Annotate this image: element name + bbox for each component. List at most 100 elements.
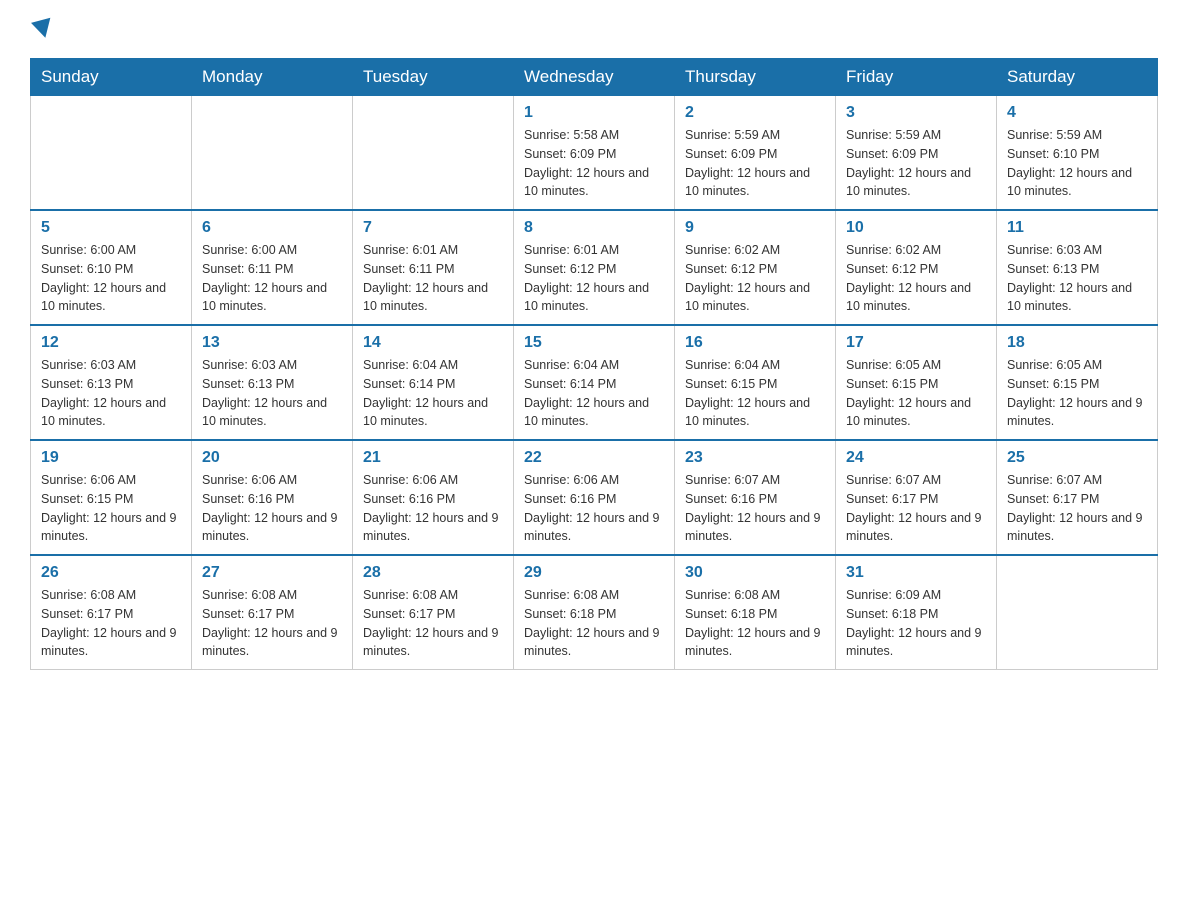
day-number: 23 <box>685 449 825 467</box>
day-number: 15 <box>524 334 664 352</box>
day-number: 2 <box>685 104 825 122</box>
calendar-day-cell: 25 Sunrise: 6:07 AMSunset: 6:17 PMDayligh… <box>997 440 1158 555</box>
calendar-day-cell: 1 Sunrise: 5:58 AMSunset: 6:09 PMDaylight… <box>514 96 675 211</box>
day-info: Sunrise: 5:59 AMSunset: 6:10 PMDaylight:… <box>1007 126 1147 201</box>
calendar-day-cell: 12 Sunrise: 6:03 AMSunset: 6:13 PMDayligh… <box>31 325 192 440</box>
calendar-week-row: 19Sunrise: 6:06 AMSunset: 6:15 PMDayligh… <box>31 440 1158 555</box>
day-info: Sunrise: 6:08 AMSunset: 6:18 PMDaylight:… <box>685 586 825 661</box>
day-number: 12 <box>41 334 181 352</box>
calendar-day-cell: 7 Sunrise: 6:01 AMSunset: 6:11 PMDaylight… <box>353 210 514 325</box>
calendar-day-cell: 4 Sunrise: 5:59 AMSunset: 6:10 PMDaylight… <box>997 96 1158 211</box>
day-info: Sunrise: 6:01 AMSunset: 6:12 PMDaylight:… <box>524 241 664 316</box>
day-info: Sunrise: 6:00 AMSunset: 6:11 PMDaylight:… <box>202 241 342 316</box>
day-info: Sunrise: 6:06 AMSunset: 6:16 PMDaylight:… <box>524 471 664 546</box>
day-number: 28 <box>363 564 503 582</box>
calendar-day-cell: 21 Sunrise: 6:06 AMSunset: 6:16 PMDayligh… <box>353 440 514 555</box>
calendar-day-cell: 16 Sunrise: 6:04 AMSunset: 6:15 PMDayligh… <box>675 325 836 440</box>
day-number: 11 <box>1007 219 1147 237</box>
day-number: 16 <box>685 334 825 352</box>
day-number: 6 <box>202 219 342 237</box>
day-info: Sunrise: 6:07 AMSunset: 6:17 PMDaylight:… <box>846 471 986 546</box>
logo-triangle-icon <box>31 18 55 41</box>
day-number: 17 <box>846 334 986 352</box>
day-info: Sunrise: 6:03 AMSunset: 6:13 PMDaylight:… <box>41 356 181 431</box>
day-info: Sunrise: 6:07 AMSunset: 6:16 PMDaylight:… <box>685 471 825 546</box>
day-of-week-header: Saturday <box>997 59 1158 96</box>
day-number: 30 <box>685 564 825 582</box>
day-number: 27 <box>202 564 342 582</box>
calendar-day-cell: 31 Sunrise: 6:09 AMSunset: 6:18 PMDayligh… <box>836 555 997 670</box>
calendar-day-cell: 13Sunrise: 6:03 AMSunset: 6:13 PMDayligh… <box>192 325 353 440</box>
day-of-week-header: Wednesday <box>514 59 675 96</box>
calendar-day-cell: 2 Sunrise: 5:59 AMSunset: 6:09 PMDaylight… <box>675 96 836 211</box>
calendar-day-cell <box>353 96 514 211</box>
logo-area <box>30 20 56 38</box>
day-info: Sunrise: 6:07 AMSunset: 6:17 PMDaylight:… <box>1007 471 1147 546</box>
day-info: Sunrise: 5:59 AMSunset: 6:09 PMDaylight:… <box>846 126 986 201</box>
day-info: Sunrise: 6:05 AMSunset: 6:15 PMDaylight:… <box>846 356 986 431</box>
day-number: 24 <box>846 449 986 467</box>
calendar-day-cell: 22Sunrise: 6:06 AMSunset: 6:16 PMDayligh… <box>514 440 675 555</box>
calendar-header-row: SundayMondayTuesdayWednesdayThursdayFrid… <box>31 59 1158 96</box>
calendar-day-cell: 30 Sunrise: 6:08 AMSunset: 6:18 PMDayligh… <box>675 555 836 670</box>
day-number: 21 <box>363 449 503 467</box>
day-number: 8 <box>524 219 664 237</box>
calendar-day-cell: 24 Sunrise: 6:07 AMSunset: 6:17 PMDayligh… <box>836 440 997 555</box>
calendar-day-cell: 10 Sunrise: 6:02 AMSunset: 6:12 PMDayligh… <box>836 210 997 325</box>
calendar-week-row: 5 Sunrise: 6:00 AMSunset: 6:10 PMDaylight… <box>31 210 1158 325</box>
day-info: Sunrise: 5:59 AMSunset: 6:09 PMDaylight:… <box>685 126 825 201</box>
calendar-day-cell: 20 Sunrise: 6:06 AMSunset: 6:16 PMDayligh… <box>192 440 353 555</box>
calendar-table: SundayMondayTuesdayWednesdayThursdayFrid… <box>30 58 1158 670</box>
day-info: Sunrise: 6:04 AMSunset: 6:14 PMDaylight:… <box>363 356 503 431</box>
day-info: Sunrise: 6:08 AMSunset: 6:18 PMDaylight:… <box>524 586 664 661</box>
day-info: Sunrise: 6:04 AMSunset: 6:15 PMDaylight:… <box>685 356 825 431</box>
logo <box>30 20 56 38</box>
day-number: 7 <box>363 219 503 237</box>
calendar-day-cell: 9 Sunrise: 6:02 AMSunset: 6:12 PMDaylight… <box>675 210 836 325</box>
day-of-week-header: Sunday <box>31 59 192 96</box>
calendar-day-cell: 18Sunrise: 6:05 AMSunset: 6:15 PMDayligh… <box>997 325 1158 440</box>
day-of-week-header: Friday <box>836 59 997 96</box>
calendar-day-cell: 27 Sunrise: 6:08 AMSunset: 6:17 PMDayligh… <box>192 555 353 670</box>
day-number: 25 <box>1007 449 1147 467</box>
day-info: Sunrise: 6:06 AMSunset: 6:16 PMDaylight:… <box>363 471 503 546</box>
calendar-day-cell: 8 Sunrise: 6:01 AMSunset: 6:12 PMDaylight… <box>514 210 675 325</box>
day-info: Sunrise: 6:02 AMSunset: 6:12 PMDaylight:… <box>846 241 986 316</box>
calendar-day-cell: 14 Sunrise: 6:04 AMSunset: 6:14 PMDayligh… <box>353 325 514 440</box>
page-header <box>30 20 1158 38</box>
calendar-week-row: 1 Sunrise: 5:58 AMSunset: 6:09 PMDaylight… <box>31 96 1158 211</box>
day-number: 18 <box>1007 334 1147 352</box>
day-number: 29 <box>524 564 664 582</box>
day-info: Sunrise: 6:00 AMSunset: 6:10 PMDaylight:… <box>41 241 181 316</box>
day-info: Sunrise: 6:02 AMSunset: 6:12 PMDaylight:… <box>685 241 825 316</box>
calendar-week-row: 26 Sunrise: 6:08 AMSunset: 6:17 PMDayligh… <box>31 555 1158 670</box>
day-number: 13 <box>202 334 342 352</box>
day-number: 9 <box>685 219 825 237</box>
calendar-day-cell: 3 Sunrise: 5:59 AMSunset: 6:09 PMDaylight… <box>836 96 997 211</box>
day-number: 31 <box>846 564 986 582</box>
day-number: 5 <box>41 219 181 237</box>
day-info: Sunrise: 6:06 AMSunset: 6:15 PMDaylight:… <box>41 471 181 546</box>
calendar-day-cell <box>31 96 192 211</box>
day-number: 4 <box>1007 104 1147 122</box>
day-info: Sunrise: 6:01 AMSunset: 6:11 PMDaylight:… <box>363 241 503 316</box>
day-number: 10 <box>846 219 986 237</box>
calendar-day-cell: 15Sunrise: 6:04 AMSunset: 6:14 PMDayligh… <box>514 325 675 440</box>
calendar-day-cell: 23 Sunrise: 6:07 AMSunset: 6:16 PMDayligh… <box>675 440 836 555</box>
day-number: 20 <box>202 449 342 467</box>
day-number: 26 <box>41 564 181 582</box>
day-info: Sunrise: 6:03 AMSunset: 6:13 PMDaylight:… <box>1007 241 1147 316</box>
day-info: Sunrise: 6:09 AMSunset: 6:18 PMDaylight:… <box>846 586 986 661</box>
calendar-day-cell: 29 Sunrise: 6:08 AMSunset: 6:18 PMDayligh… <box>514 555 675 670</box>
day-info: Sunrise: 6:08 AMSunset: 6:17 PMDaylight:… <box>202 586 342 661</box>
calendar-day-cell: 6 Sunrise: 6:00 AMSunset: 6:11 PMDaylight… <box>192 210 353 325</box>
day-info: Sunrise: 5:58 AMSunset: 6:09 PMDaylight:… <box>524 126 664 201</box>
calendar-day-cell <box>192 96 353 211</box>
day-number: 3 <box>846 104 986 122</box>
day-number: 14 <box>363 334 503 352</box>
day-of-week-header: Thursday <box>675 59 836 96</box>
calendar-day-cell: 11 Sunrise: 6:03 AMSunset: 6:13 PMDayligh… <box>997 210 1158 325</box>
day-number: 1 <box>524 104 664 122</box>
day-info: Sunrise: 6:08 AMSunset: 6:17 PMDaylight:… <box>363 586 503 661</box>
day-info: Sunrise: 6:06 AMSunset: 6:16 PMDaylight:… <box>202 471 342 546</box>
